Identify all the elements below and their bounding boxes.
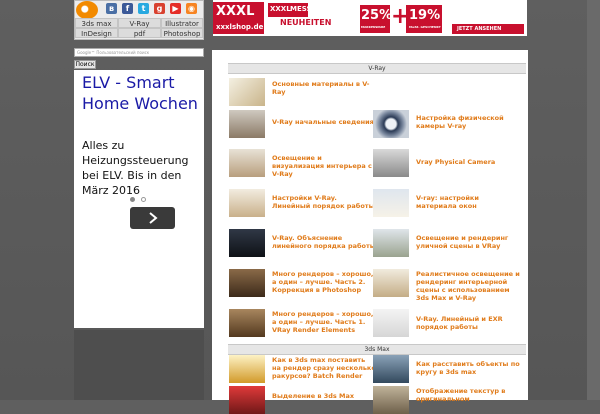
article-link[interactable]: Освещение и рендеринг уличной сцены в VR… [416,234,520,250]
article-thumbnail[interactable] [229,309,265,337]
article-thumbnail[interactable] [373,386,409,414]
left-lower-panel [74,330,204,400]
ad-arrow-button[interactable] [130,207,175,229]
banner-logo: XXXL [216,4,255,19]
article-link[interactable]: Отображение текстур в оригинальном [416,387,520,403]
article-link[interactable]: Настройки V-Ray. Линейный порядок работы [272,194,376,210]
article-thumbnail[interactable] [373,189,409,217]
banner-messe: MESSE [290,5,317,13]
article-link[interactable]: Настройка физической камеры V-ray [416,114,520,130]
banner-pct1: 25% [361,8,393,23]
banner-neuheiten: NEUHEITEN [280,18,332,27]
article-link[interactable]: V-Ray. Линейный и EXR порядок работы [416,315,520,331]
article-thumbnail[interactable] [373,110,409,138]
article-thumbnail[interactable] [229,110,265,138]
section-header-3dsmax: 3ds Max [228,344,526,355]
article-thumbnail[interactable] [373,149,409,177]
nav-link-pdf[interactable]: pdf [118,28,161,38]
article-link[interactable]: Как расставить объекты по кругу в 3ds ma… [416,360,520,376]
article-link[interactable]: Много рендеров – хорошо, а один – лучше.… [272,310,376,334]
article-link[interactable]: V-ray: настройки материала окон [416,194,520,210]
article-link[interactable]: Выделение в 3ds Max [272,392,376,400]
article-thumbnail[interactable] [229,229,265,257]
article-thumbnail[interactable] [229,78,265,106]
carousel-dot-active[interactable] [130,197,135,202]
nav-link-illustrator[interactable]: Illustrator [161,18,203,28]
ad-body: Alles zu Heizungssteuerung bei ELV. Bis … [82,139,189,197]
article-link[interactable]: Освещение и визуализация интерьера с V-R… [272,154,376,178]
ad-title[interactable]: ELV - Smart Home Wochen [82,72,200,114]
article-link[interactable]: Основные материалы в V-Ray [272,80,376,96]
article-link[interactable]: Много рендеров – хорошо, а один – лучше.… [272,270,376,294]
article-link[interactable]: Vray Physical Camera [416,158,520,166]
article-thumbnail[interactable] [373,309,409,337]
article-thumbnail[interactable] [229,386,265,414]
nav-link-vray[interactable]: V-Ray [118,18,161,28]
article-thumbnail[interactable] [373,355,409,383]
banner-shop: xxxlshop.de [216,23,264,31]
article-thumbnail[interactable] [229,355,265,383]
rss-icon[interactable]: ◉ [186,3,197,14]
nav-link-photoshop[interactable]: Photoshop [161,28,203,38]
article-thumbnail[interactable] [229,149,265,177]
article-thumbnail[interactable] [229,189,265,217]
googleplus-icon[interactable]: g [154,3,165,14]
section-header-vray: V-Ray [228,63,526,74]
article-link[interactable]: Как в 3ds max поставить на рендер сразу … [272,356,376,380]
banner-pct2-note: MwSt. GESCHENKT [409,25,441,29]
banner-pct1-note: MARKENWARE [361,25,386,29]
article-link[interactable]: Реалистичное освещение и рендеринг интер… [416,270,520,302]
search-button[interactable]: Поиск [74,60,96,69]
twitter-icon[interactable]: t [138,3,149,14]
nav-link-3dsmax[interactable]: 3ds max [75,18,118,28]
banner-messe-xxxl: XXXL [270,5,291,13]
page-scrollbar[interactable] [587,0,600,400]
nav-link-indesign[interactable]: InDesign [75,28,118,38]
carousel-dot[interactable] [141,197,146,202]
article-thumbnail[interactable] [373,269,409,297]
article-link[interactable]: V-Ray начальные сведения [272,118,376,126]
banner-pct2: 19% [409,8,441,23]
vk-icon[interactable]: в [106,3,117,14]
youtube-icon[interactable]: ▶ [170,3,181,14]
article-thumbnail[interactable] [373,229,409,257]
article-link[interactable]: V-Ray. Объяснение линейного порядка рабо… [272,234,376,250]
facebook-icon[interactable]: f [122,3,133,14]
search-input[interactable]: Google™ Пользовательский поиск [74,48,204,57]
logo-icon[interactable] [76,1,98,19]
article-thumbnail[interactable] [229,269,265,297]
chevron-right-icon [149,212,158,224]
banner-cta-label: JETZT ANSEHEN [457,26,502,32]
